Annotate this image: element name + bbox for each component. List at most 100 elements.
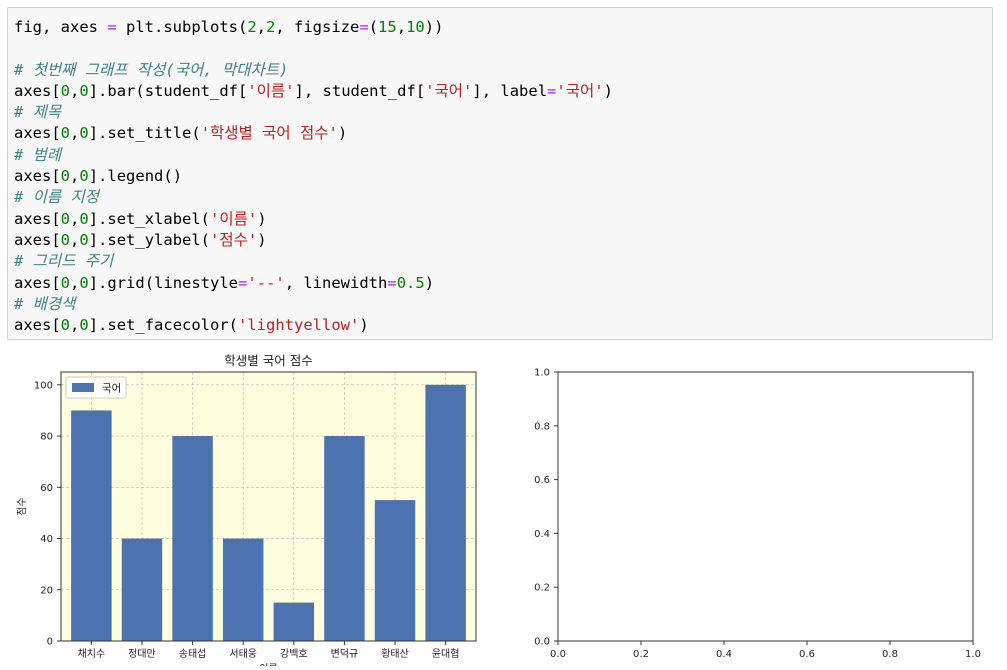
code-cell[interactable]: fig, axes = plt.subplots(2,2, figsize=(1… <box>7 7 993 340</box>
y-tick-label: 40 <box>40 534 53 545</box>
code-token: '학생별 국어 점수' <box>200 124 338 143</box>
code-token: ) <box>424 273 435 292</box>
code-token: = <box>238 273 248 292</box>
code-token: # 이름 지정 <box>14 188 100 207</box>
code-token: ].legend() <box>88 167 183 186</box>
y-tick-label: 0.6 <box>534 475 550 486</box>
bar <box>273 602 315 641</box>
y-tick-label: 0.8 <box>534 421 550 432</box>
bar <box>121 538 163 641</box>
code-token: plt.subplots( <box>116 18 248 36</box>
x-tick-label: 정대만 <box>128 648 156 660</box>
y-tick-label: 80 <box>40 432 53 443</box>
code-token: 15 <box>378 18 397 36</box>
x-tick-label: 1.0 <box>965 649 981 660</box>
code-token: 0 <box>60 209 71 228</box>
code-token: 10 <box>406 18 425 36</box>
legend-swatch <box>72 383 94 392</box>
code-token: # 제목 <box>14 103 62 122</box>
y-tick-label: 0.0 <box>534 637 550 648</box>
y-ticks: 0 20 40 60 80 100 <box>34 380 61 648</box>
code-token: fig, axes <box>14 18 108 36</box>
code-token: '점수' <box>210 230 258 249</box>
code-token: , <box>70 230 80 249</box>
code-line: # 그리드 주기 <box>14 251 992 272</box>
code-token: 0 <box>60 230 71 249</box>
code-token: 0 <box>60 81 71 100</box>
x-tick-label: 송태섭 <box>179 648 207 660</box>
code-token: 0 <box>79 209 89 228</box>
x-tick-label: 채치수 <box>78 648 106 660</box>
code-token: '이름' <box>210 209 258 228</box>
y-tick-label: 1.0 <box>534 368 550 379</box>
code-token: axes[ <box>14 316 61 335</box>
x-tick-label: 0.8 <box>882 649 898 660</box>
x-tick-label: 윤대협 <box>432 647 460 660</box>
y-tick-label: 0.4 <box>534 529 550 540</box>
code-token: ) <box>257 230 267 249</box>
bar <box>71 410 112 641</box>
bar <box>425 384 466 641</box>
y-tick-label: 100 <box>34 380 53 391</box>
x-tick-label: 0.4 <box>716 649 732 660</box>
x-tick-label: 0.6 <box>799 649 815 660</box>
y-tick-label: 0 <box>47 637 53 648</box>
code-token: 0 <box>60 124 71 143</box>
code-token: , linewidth <box>284 273 388 292</box>
code-token: 0 <box>79 81 89 100</box>
code-token: '--' <box>247 273 285 292</box>
code-token: ].set_ylabel( <box>88 230 211 249</box>
code-token: axes[ <box>14 230 61 249</box>
code-token: ].grid(linestyle <box>88 273 239 292</box>
code-token: = <box>359 18 369 36</box>
code-line: # 이름 지정 <box>14 187 992 208</box>
code-token: ].set_facecolor( <box>88 316 239 335</box>
y-tick-label: 0.2 <box>534 583 550 594</box>
code-line: axes[0,0].bar(student_df['이름'], student_… <box>14 81 992 102</box>
code-token: = <box>547 81 557 100</box>
code-line: axes[0,0].grid(linestyle='--', linewidth… <box>14 273 992 294</box>
bar <box>324 436 365 641</box>
code-line: axes[0,0].set_title('학생별 국어 점수') <box>14 123 992 144</box>
code-token: = <box>387 273 397 292</box>
code-token: # 범례 <box>14 145 62 164</box>
code-line: axes[0,0].set_ylabel('점수') <box>14 230 992 251</box>
code-line: axes[0,0].legend() <box>14 166 992 187</box>
legend: 국어 <box>65 376 127 399</box>
code-token: , <box>70 124 80 143</box>
code-editor[interactable]: fig, axes = plt.subplots(2,2, figsize=(1… <box>14 17 992 336</box>
code-token: 0 <box>79 124 89 143</box>
code-token: 'lightyellow' <box>238 316 360 335</box>
code-token: 0 <box>79 316 89 335</box>
code-line: # 첫번째 그래프 작성(국어, 막대차트) <box>14 60 992 81</box>
code-token: ( <box>368 18 379 36</box>
code-token: = <box>107 18 117 36</box>
figure: 0 20 40 60 80 100 채치수 정대만 송태섭 서태웅 강백호 변덕규 황태산 윤대협 학생… <box>16 353 981 670</box>
code-token: axes[ <box>14 273 61 292</box>
y-ticks: 0.0 0.2 0.4 0.6 0.8 1.0 <box>534 368 558 648</box>
code-line: axes[0,0].set_facecolor('lightyellow') <box>14 315 992 336</box>
y-axis-label: 점수 <box>16 497 28 515</box>
bar <box>222 538 264 641</box>
code-token: , <box>70 209 80 228</box>
code-token: ], label <box>472 81 548 100</box>
axes-frame-empty <box>557 371 974 642</box>
x-tick-label: 0.0 <box>550 649 566 660</box>
code-token: 0 <box>79 167 89 186</box>
code-token: 0 <box>60 316 71 335</box>
code-token: , <box>70 316 80 335</box>
code-token: , <box>396 18 407 36</box>
code-token: 2 <box>266 18 276 36</box>
x-ticks: 채치수 정대만 송태섭 서태웅 강백호 변덕규 황태산 윤대협 <box>78 641 460 660</box>
code-token: 0 <box>79 273 89 292</box>
code-line: # 범례 <box>14 145 992 166</box>
chart-title: 학생별 국어 점수 <box>224 353 312 368</box>
x-tick-label: 강백호 <box>280 648 308 660</box>
code-token: ) <box>257 209 267 228</box>
code-token: ].set_title( <box>88 124 201 143</box>
code-token: '이름' <box>247 81 295 100</box>
code-token: 2 <box>247 18 257 36</box>
code-line: # 제목 <box>14 102 992 123</box>
code-token: 0 <box>60 273 71 292</box>
